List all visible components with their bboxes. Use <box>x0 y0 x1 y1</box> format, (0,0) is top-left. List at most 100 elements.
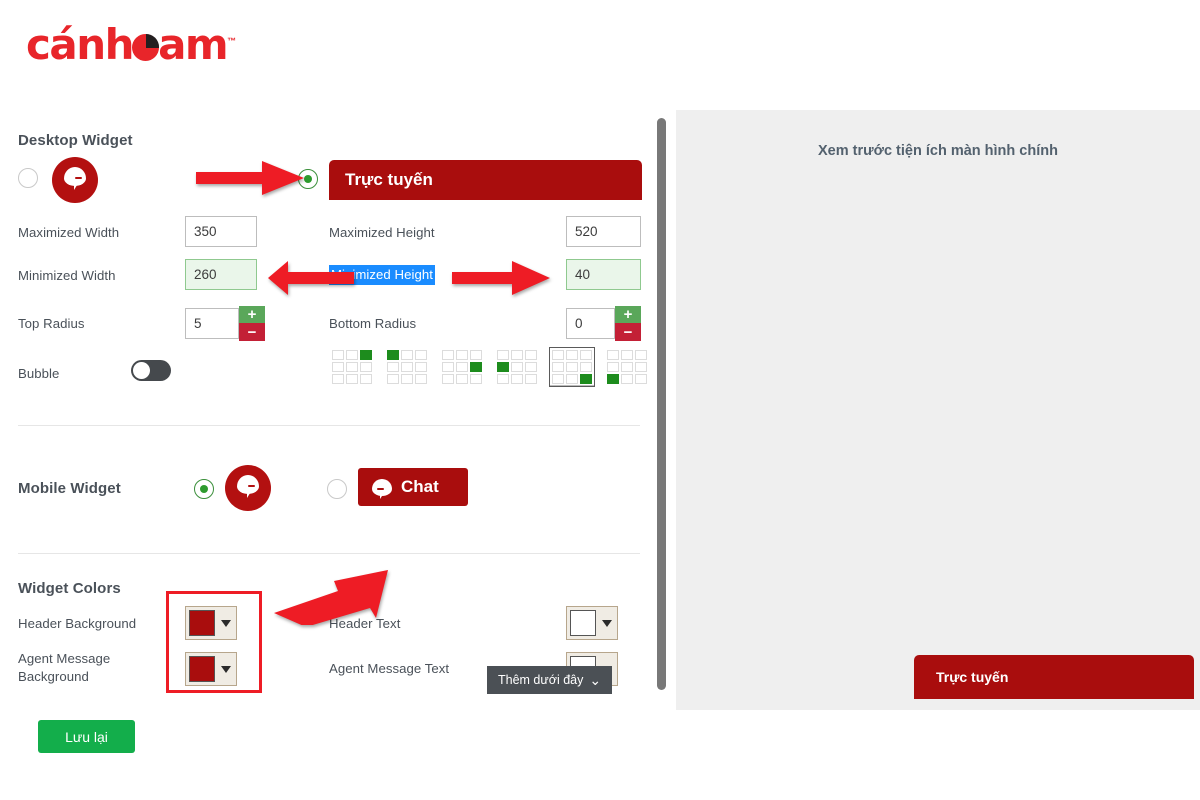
position-cell <box>415 374 427 384</box>
bottom-radius-spin-buttons: + − <box>615 306 641 341</box>
bottom-radius-label: Bottom Radius <box>329 316 417 331</box>
position-grid-bottom-right[interactable] <box>549 347 595 387</box>
radio-indicator <box>18 168 38 188</box>
position-cell <box>401 374 413 384</box>
position-cell <box>387 350 399 360</box>
bottom-radius-input[interactable]: 0 <box>566 308 615 339</box>
position-cell <box>456 374 468 384</box>
widget-colors-section-title: Widget Colors <box>18 580 121 597</box>
trademark-symbol: ™ <box>227 36 237 46</box>
maximized-height-input[interactable]: 520 <box>566 216 641 247</box>
scrollbar-thumb[interactable] <box>657 118 666 690</box>
page-root: cánh am™ Desktop Widget Trực tuyến Maximi… <box>0 0 1200 800</box>
position-cell <box>442 350 454 360</box>
increment-button[interactable]: + <box>239 306 265 323</box>
position-cell <box>511 350 523 360</box>
save-button[interactable]: Lưu lại <box>38 720 135 753</box>
position-cell <box>552 350 564 360</box>
position-cell <box>360 374 372 384</box>
agent-message-text-label: Agent Message Text <box>329 661 450 676</box>
section-divider <box>18 425 640 426</box>
maximized-height-label: Maximized Height <box>329 225 435 240</box>
position-grid-bottom-left[interactable] <box>604 347 650 387</box>
position-cell <box>332 374 344 384</box>
preview-title: Xem trước tiện ích màn hình chính <box>818 143 1058 159</box>
desktop-style-bar-preview[interactable]: Trực tuyến <box>329 160 642 200</box>
minimized-width-input[interactable]: 260 <box>185 259 257 290</box>
mobile-style-chat-preview[interactable]: Chat <box>358 468 468 506</box>
top-radius-label: Top Radius <box>18 316 85 331</box>
increment-button[interactable]: + <box>615 306 641 323</box>
position-cell <box>552 362 564 372</box>
position-cell <box>566 374 578 384</box>
position-cell <box>415 362 427 372</box>
position-cell <box>332 362 344 372</box>
form-scrollbar[interactable] <box>655 110 669 710</box>
desktop-style-circle-radio[interactable] <box>18 168 38 193</box>
decrement-button[interactable]: − <box>239 323 265 341</box>
position-cell <box>511 362 523 372</box>
position-cell <box>497 350 509 360</box>
position-cell <box>387 374 399 384</box>
chat-bubble-small-icon <box>372 478 392 499</box>
mobile-widget-section-title: Mobile Widget <box>18 480 121 497</box>
mobile-style-circle-preview[interactable] <box>225 465 271 516</box>
decrement-button[interactable]: − <box>615 323 641 341</box>
desktop-style-circle-preview[interactable] <box>52 157 98 208</box>
preview-bar-label: Trực tuyến <box>936 669 1009 685</box>
position-cell <box>346 362 358 372</box>
position-cell <box>470 362 482 372</box>
position-cell <box>621 374 633 384</box>
toggle-knob <box>133 362 150 379</box>
bubble-label: Bubble <box>18 366 60 381</box>
chevron-down-icon: ⌄ <box>589 672 602 688</box>
radio-indicator-selected <box>194 479 214 499</box>
position-cell <box>635 374 647 384</box>
annotation-arrow-right-1 <box>196 158 306 198</box>
position-grid-middle-left[interactable] <box>494 347 540 387</box>
top-radius-stepper[interactable]: 5 + − <box>185 306 265 341</box>
chevron-down-icon <box>602 619 612 627</box>
pie-chart-icon <box>132 34 160 61</box>
position-cell <box>621 362 633 372</box>
position-cell <box>387 362 399 372</box>
position-grid-top-left[interactable] <box>384 347 430 387</box>
top-radius-input[interactable]: 5 <box>185 308 239 339</box>
chat-bubble-icon <box>225 465 271 511</box>
header-text-color-picker[interactable] <box>566 606 618 640</box>
bubble-toggle[interactable] <box>131 360 171 381</box>
widget-preview-panel: Xem trước tiện ích màn hình chính Trực t… <box>676 110 1200 710</box>
mobile-chat-label: Chat <box>401 477 439 496</box>
position-cell <box>511 374 523 384</box>
position-grid-top-right[interactable] <box>329 347 375 387</box>
maximized-width-input[interactable]: 350 <box>185 216 257 247</box>
tooltip-label: Thêm dưới đây <box>498 673 584 687</box>
position-cell <box>415 350 427 360</box>
section-divider <box>18 553 640 554</box>
position-cell <box>442 362 454 372</box>
mobile-style-circle-radio[interactable] <box>194 479 214 504</box>
chat-bubble-icon <box>52 157 98 203</box>
widget-position-selector <box>329 347 650 387</box>
desktop-widget-section-title: Desktop Widget <box>18 132 133 149</box>
bottom-radius-stepper[interactable]: 0 + − <box>566 306 641 341</box>
mobile-style-chat-radio[interactable] <box>327 479 347 504</box>
position-cell <box>635 362 647 372</box>
position-cell <box>566 362 578 372</box>
position-grid-middle-right[interactable] <box>439 347 485 387</box>
add-below-tooltip[interactable]: Thêm dưới đây ⌄ <box>487 666 613 694</box>
position-cell <box>456 362 468 372</box>
top-radius-spin-buttons: + − <box>239 306 265 341</box>
position-cell <box>580 350 592 360</box>
agent-message-background-label: Agent Message Background <box>18 651 111 684</box>
annotation-arrow-left-1 <box>268 258 354 298</box>
position-cell <box>580 362 592 372</box>
logo-letters-nh: nh <box>76 20 134 69</box>
annotation-arrow-right-2 <box>452 258 552 298</box>
toggle-track <box>131 360 171 381</box>
position-cell <box>607 362 619 372</box>
position-cell <box>497 374 509 384</box>
preview-widget-bar[interactable]: Trực tuyến <box>914 655 1194 699</box>
minimized-height-input[interactable]: 40 <box>566 259 641 290</box>
position-cell <box>607 350 619 360</box>
